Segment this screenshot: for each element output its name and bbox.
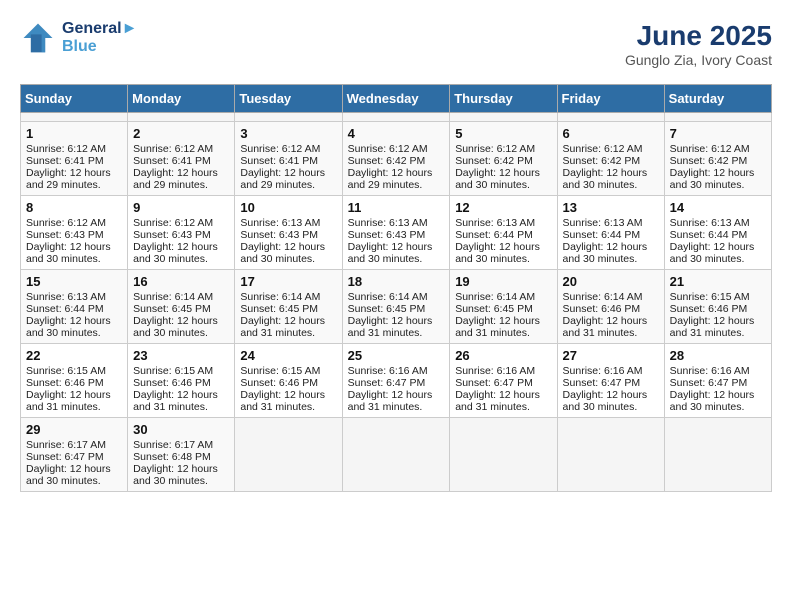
- day-number: 22: [26, 348, 122, 363]
- day-number: 26: [455, 348, 551, 363]
- table-row: [21, 113, 772, 122]
- day-number: 1: [26, 126, 122, 141]
- day-cell-17: 17 Sunrise: 6:14 AMSunset: 6:45 PMDaylig…: [235, 270, 342, 344]
- empty-cell: [450, 418, 557, 492]
- day-number: 9: [133, 200, 229, 215]
- day-cell-2: 2 Sunrise: 6:12 AMSunset: 6:41 PMDayligh…: [128, 122, 235, 196]
- day-number: 7: [670, 126, 766, 141]
- day-number: 17: [240, 274, 336, 289]
- logo: General► Blue: [20, 20, 137, 56]
- day-number: 27: [563, 348, 659, 363]
- empty-cell: [235, 113, 342, 122]
- day-number: 11: [348, 200, 445, 215]
- table-row: 29 Sunrise: 6:17 AMSunset: 6:47 PMDaylig…: [21, 418, 772, 492]
- day-cell-11: 11 Sunrise: 6:13 AMSunset: 6:43 PMDaylig…: [342, 196, 450, 270]
- empty-cell: [128, 113, 235, 122]
- col-wednesday: Wednesday: [342, 85, 450, 113]
- day-cell-22: 22 Sunrise: 6:15 AMSunset: 6:46 PMDaylig…: [21, 344, 128, 418]
- day-cell-27: 27 Sunrise: 6:16 AMSunset: 6:47 PMDaylig…: [557, 344, 664, 418]
- empty-cell: [557, 418, 664, 492]
- empty-cell: [21, 113, 128, 122]
- table-row: 15 Sunrise: 6:13 AMSunset: 6:44 PMDaylig…: [21, 270, 772, 344]
- day-number: 4: [348, 126, 445, 141]
- day-number: 16: [133, 274, 229, 289]
- day-cell-4: 4 Sunrise: 6:12 AMSunset: 6:42 PMDayligh…: [342, 122, 450, 196]
- day-cell-28: 28 Sunrise: 6:16 AMSunset: 6:47 PMDaylig…: [664, 344, 771, 418]
- day-cell-20: 20 Sunrise: 6:14 AMSunset: 6:46 PMDaylig…: [557, 270, 664, 344]
- day-cell-10: 10 Sunrise: 6:13 AMSunset: 6:43 PMDaylig…: [235, 196, 342, 270]
- col-thursday: Thursday: [450, 85, 557, 113]
- day-number: 5: [455, 126, 551, 141]
- day-cell-7: 7 Sunrise: 6:12 AMSunset: 6:42 PMDayligh…: [664, 122, 771, 196]
- empty-cell: [450, 113, 557, 122]
- day-cell-5: 5 Sunrise: 6:12 AMSunset: 6:42 PMDayligh…: [450, 122, 557, 196]
- day-number: 28: [670, 348, 766, 363]
- day-number: 23: [133, 348, 229, 363]
- day-number: 15: [26, 274, 122, 289]
- day-cell-30: 30 Sunrise: 6:17 AMSunset: 6:48 PMDaylig…: [128, 418, 235, 492]
- empty-cell: [664, 113, 771, 122]
- day-cell-19: 19 Sunrise: 6:14 AMSunset: 6:45 PMDaylig…: [450, 270, 557, 344]
- day-cell-14: 14 Sunrise: 6:13 AMSunset: 6:44 PMDaylig…: [664, 196, 771, 270]
- col-tuesday: Tuesday: [235, 85, 342, 113]
- day-number: 20: [563, 274, 659, 289]
- day-number: 8: [26, 200, 122, 215]
- day-cell-18: 18 Sunrise: 6:14 AMSunset: 6:45 PMDaylig…: [342, 270, 450, 344]
- logo-text: General► Blue: [62, 20, 137, 56]
- day-cell-25: 25 Sunrise: 6:16 AMSunset: 6:47 PMDaylig…: [342, 344, 450, 418]
- calendar-header-row: Sunday Monday Tuesday Wednesday Thursday…: [21, 85, 772, 113]
- day-cell-29: 29 Sunrise: 6:17 AMSunset: 6:47 PMDaylig…: [21, 418, 128, 492]
- day-number: 3: [240, 126, 336, 141]
- day-cell-13: 13 Sunrise: 6:13 AMSunset: 6:44 PMDaylig…: [557, 196, 664, 270]
- day-number: 25: [348, 348, 445, 363]
- table-row: 8 Sunrise: 6:12 AMSunset: 6:43 PMDayligh…: [21, 196, 772, 270]
- day-cell-6: 6 Sunrise: 6:12 AMSunset: 6:42 PMDayligh…: [557, 122, 664, 196]
- logo-icon: [20, 20, 56, 56]
- table-row: 1 Sunrise: 6:12 AMSunset: 6:41 PMDayligh…: [21, 122, 772, 196]
- day-number: 24: [240, 348, 336, 363]
- day-number: 13: [563, 200, 659, 215]
- day-cell-1: 1 Sunrise: 6:12 AMSunset: 6:41 PMDayligh…: [21, 122, 128, 196]
- day-cell-21: 21 Sunrise: 6:15 AMSunset: 6:46 PMDaylig…: [664, 270, 771, 344]
- day-cell-8: 8 Sunrise: 6:12 AMSunset: 6:43 PMDayligh…: [21, 196, 128, 270]
- empty-cell: [235, 418, 342, 492]
- day-number: 18: [348, 274, 445, 289]
- day-number: 10: [240, 200, 336, 215]
- day-cell-23: 23 Sunrise: 6:15 AMSunset: 6:46 PMDaylig…: [128, 344, 235, 418]
- col-friday: Friday: [557, 85, 664, 113]
- day-cell-26: 26 Sunrise: 6:16 AMSunset: 6:47 PMDaylig…: [450, 344, 557, 418]
- title-block: June 2025 Gunglo Zia, Ivory Coast: [625, 20, 772, 68]
- day-number: 29: [26, 422, 122, 437]
- page-header: General► Blue June 2025 Gunglo Zia, Ivor…: [20, 20, 772, 68]
- empty-cell: [557, 113, 664, 122]
- day-number: 30: [133, 422, 229, 437]
- empty-cell: [342, 418, 450, 492]
- day-number: 19: [455, 274, 551, 289]
- day-cell-9: 9 Sunrise: 6:12 AMSunset: 6:43 PMDayligh…: [128, 196, 235, 270]
- day-cell-12: 12 Sunrise: 6:13 AMSunset: 6:44 PMDaylig…: [450, 196, 557, 270]
- day-number: 6: [563, 126, 659, 141]
- day-number: 12: [455, 200, 551, 215]
- empty-cell: [664, 418, 771, 492]
- col-monday: Monday: [128, 85, 235, 113]
- day-number: 14: [670, 200, 766, 215]
- empty-cell: [342, 113, 450, 122]
- day-cell-15: 15 Sunrise: 6:13 AMSunset: 6:44 PMDaylig…: [21, 270, 128, 344]
- table-row: 22 Sunrise: 6:15 AMSunset: 6:46 PMDaylig…: [21, 344, 772, 418]
- day-number: 21: [670, 274, 766, 289]
- month-title: June 2025: [625, 20, 772, 52]
- day-cell-3: 3 Sunrise: 6:12 AMSunset: 6:41 PMDayligh…: [235, 122, 342, 196]
- day-cell-24: 24 Sunrise: 6:15 AMSunset: 6:46 PMDaylig…: [235, 344, 342, 418]
- col-saturday: Saturday: [664, 85, 771, 113]
- calendar-table: Sunday Monday Tuesday Wednesday Thursday…: [20, 84, 772, 492]
- day-cell-16: 16 Sunrise: 6:14 AMSunset: 6:45 PMDaylig…: [128, 270, 235, 344]
- location: Gunglo Zia, Ivory Coast: [625, 52, 772, 68]
- day-number: 2: [133, 126, 229, 141]
- col-sunday: Sunday: [21, 85, 128, 113]
